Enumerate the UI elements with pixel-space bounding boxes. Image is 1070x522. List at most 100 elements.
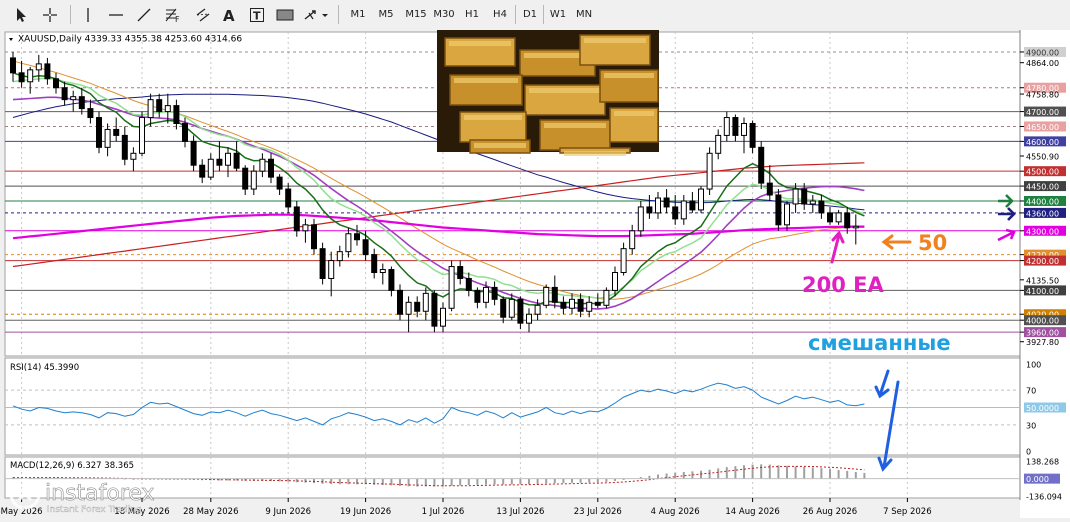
horizontal-line-icon[interactable] xyxy=(106,4,126,25)
candle xyxy=(27,69,34,83)
timeframe-m30[interactable]: M30 xyxy=(431,4,457,25)
text-icon[interactable]: A xyxy=(220,4,238,25)
timeframe-mn[interactable]: MN xyxy=(573,4,595,25)
timeframe-w1[interactable]: W1 xyxy=(547,4,569,25)
candle xyxy=(543,286,550,306)
candle xyxy=(741,122,747,136)
candle xyxy=(706,152,713,190)
candle xyxy=(242,167,249,190)
candle xyxy=(113,128,120,136)
candle xyxy=(801,188,808,205)
candle xyxy=(586,301,593,312)
candle xyxy=(663,197,670,208)
date-label: 9 Jun 2026 xyxy=(265,507,311,517)
svg-text:F: F xyxy=(175,15,180,23)
candle xyxy=(35,63,42,71)
price-tick-label: 4550.90 xyxy=(1026,153,1059,162)
candle xyxy=(87,108,94,119)
candle xyxy=(775,194,782,226)
price-tick-label: 4700.00 xyxy=(1026,108,1059,117)
cursor-icon[interactable] xyxy=(10,4,32,25)
price-tick-label: 4000.00 xyxy=(1026,317,1059,326)
candle xyxy=(302,224,309,232)
price-tick-label: 4500.00 xyxy=(1026,168,1059,177)
candle xyxy=(311,224,317,250)
timeframe-m1[interactable]: M1 xyxy=(347,4,369,25)
timeframe-m5[interactable]: M5 xyxy=(375,4,397,25)
timeframe-d1[interactable]: D1 xyxy=(519,4,541,25)
candle xyxy=(414,301,421,312)
channel-icon[interactable] xyxy=(192,4,214,25)
price-tick-label: 4360.00 xyxy=(1026,209,1059,218)
candle xyxy=(792,188,799,205)
rectangle-icon[interactable] xyxy=(274,4,296,25)
candle xyxy=(233,152,240,169)
date-label: 28 May 2026 xyxy=(183,507,238,517)
candle xyxy=(422,292,429,312)
tagline-label: Instant Forex Trading xyxy=(47,505,142,515)
candle xyxy=(465,277,472,291)
rsi-tick-label: 70 xyxy=(1026,387,1036,396)
price-tick-label: 4400.00 xyxy=(1026,197,1059,206)
svg-text:A: A xyxy=(223,7,235,23)
candle xyxy=(715,134,722,154)
arrows-dropdown-icon[interactable] xyxy=(302,4,332,25)
candle xyxy=(70,96,77,101)
candle xyxy=(483,286,489,303)
price-tick-label: 3960.00 xyxy=(1026,329,1059,338)
macd-tick-label: 0.000 xyxy=(1026,475,1049,484)
ma-50-annotation: 50 xyxy=(918,231,947,255)
macd-info-label: MACD(12,26,9) 6.327 38.365 xyxy=(10,461,134,471)
candle xyxy=(354,233,360,241)
candle xyxy=(723,117,730,136)
price-tick-label: 4758.80 xyxy=(1026,91,1059,100)
candle xyxy=(655,197,661,214)
candle xyxy=(517,298,524,324)
rsi-pane xyxy=(4,357,1021,456)
date-label: 13 Jul 2026 xyxy=(496,507,544,517)
price-tick-label: 4900.00 xyxy=(1026,48,1059,57)
rsi-tick-label: 30 xyxy=(1026,421,1036,430)
candle xyxy=(594,301,601,306)
timeframe-h4[interactable]: H4 xyxy=(489,4,511,25)
candle xyxy=(844,212,851,229)
candle xyxy=(164,105,171,113)
candle xyxy=(156,99,163,113)
candle xyxy=(268,158,274,178)
candle xyxy=(818,200,825,214)
candle xyxy=(250,170,257,190)
price-tick-label: 4300.00 xyxy=(1026,227,1059,236)
main-info-label: XAUUSD,Daily 4339.33 4355.38 4253.60 431… xyxy=(18,35,242,45)
date-label: 7 Sep 2026 xyxy=(883,507,931,517)
label-icon[interactable]: T xyxy=(248,4,266,25)
candle xyxy=(121,134,128,160)
crosshair-icon[interactable] xyxy=(38,4,62,25)
candle xyxy=(732,117,739,136)
candle xyxy=(431,292,438,327)
candle xyxy=(491,286,498,300)
price-tick-label: 4450.00 xyxy=(1026,183,1059,192)
chart-svg: XAUUSD,Daily 4339.33 4355.38 4253.60 431… xyxy=(0,29,1070,518)
candle xyxy=(285,188,292,208)
price-tick-label: 4864.00 xyxy=(1026,59,1059,68)
fibonacci-icon[interactable]: F xyxy=(162,4,184,25)
candle xyxy=(551,286,558,303)
candle xyxy=(766,182,773,196)
candle xyxy=(646,206,653,214)
candle xyxy=(53,78,59,89)
trendline-icon[interactable] xyxy=(134,4,154,25)
vertical-line-icon[interactable] xyxy=(80,4,96,25)
candle xyxy=(173,105,180,124)
brand-label: instaforex xyxy=(45,481,155,506)
candle xyxy=(500,298,507,318)
candle xyxy=(61,87,68,101)
candle xyxy=(672,206,679,220)
candle xyxy=(784,203,790,226)
candle xyxy=(44,63,51,80)
price-tick-label: 4135.50 xyxy=(1026,276,1059,285)
timeframe-m15[interactable]: M15 xyxy=(403,4,429,25)
candle xyxy=(293,206,300,232)
candle xyxy=(182,122,188,142)
timeframe-h1[interactable]: H1 xyxy=(461,4,483,25)
macd-tick-label: -136.094 xyxy=(1026,493,1062,502)
